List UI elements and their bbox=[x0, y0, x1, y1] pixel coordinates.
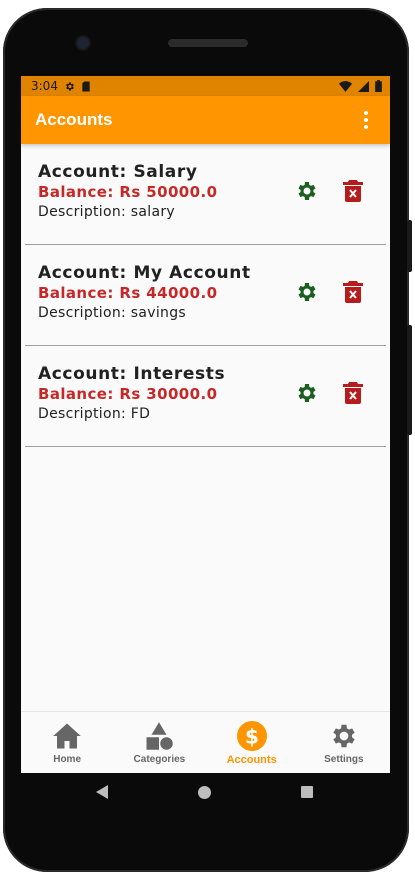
account-item[interactable]: Account: Interests Balance: Rs 30000.0 D… bbox=[25, 346, 386, 447]
svg-text:$: $ bbox=[245, 725, 259, 749]
app-bar: Accounts bbox=[21, 96, 390, 144]
account-name: Account: Salary bbox=[38, 162, 198, 182]
nav-label: Categories bbox=[133, 754, 186, 765]
earpiece-speaker bbox=[168, 39, 248, 47]
account-balance: Balance: Rs 44000.0 bbox=[38, 284, 218, 302]
categories-icon bbox=[143, 720, 175, 752]
signal-icon bbox=[358, 80, 369, 92]
account-description: Description: salary bbox=[38, 204, 175, 220]
account-description: Description: savings bbox=[38, 305, 187, 321]
back-icon[interactable] bbox=[96, 785, 108, 799]
account-name: Account: My Account bbox=[38, 263, 251, 283]
account-item[interactable]: Account: My Account Balance: Rs 44000.0 … bbox=[25, 245, 386, 346]
edit-gear-icon[interactable] bbox=[295, 179, 319, 203]
home-button-icon[interactable] bbox=[198, 786, 211, 799]
delete-icon[interactable] bbox=[342, 280, 364, 304]
account-description: Description: FD bbox=[38, 406, 151, 422]
dollar-icon: $ bbox=[236, 720, 268, 752]
recents-icon[interactable] bbox=[301, 786, 313, 798]
nav-label: Settings bbox=[324, 754, 364, 765]
bottom-navigation: Home Categories $ Accounts Settings bbox=[21, 711, 390, 773]
nav-label: Accounts bbox=[226, 754, 277, 766]
settings-notification-icon bbox=[66, 81, 74, 91]
accounts-list: Account: Salary Balance: Rs 50000.0 Desc… bbox=[21, 144, 390, 447]
delete-icon[interactable] bbox=[342, 381, 364, 405]
app-screen: 3:04 Accounts Account: Salary Balance: R… bbox=[21, 76, 390, 773]
gear-icon bbox=[328, 720, 360, 752]
front-camera bbox=[77, 37, 89, 49]
nav-item-settings[interactable]: Settings bbox=[298, 712, 390, 773]
sd-card-icon bbox=[82, 80, 90, 92]
status-time: 3:04 bbox=[31, 79, 58, 93]
account-name: Account: Interests bbox=[38, 364, 226, 384]
account-item[interactable]: Account: Salary Balance: Rs 50000.0 Desc… bbox=[25, 144, 386, 245]
wifi-icon bbox=[339, 80, 352, 92]
nav-item-accounts[interactable]: $ Accounts bbox=[206, 712, 298, 773]
power-button bbox=[407, 325, 412, 435]
home-icon bbox=[51, 720, 83, 752]
overflow-menu-icon[interactable] bbox=[356, 108, 376, 132]
nav-label: Home bbox=[53, 754, 82, 765]
edit-gear-icon[interactable] bbox=[295, 280, 319, 304]
nav-item-categories[interactable]: Categories bbox=[113, 712, 205, 773]
account-balance: Balance: Rs 50000.0 bbox=[38, 183, 218, 201]
status-bar: 3:04 bbox=[21, 76, 390, 96]
system-navigation-bar bbox=[21, 773, 390, 817]
edit-gear-icon[interactable] bbox=[295, 381, 319, 405]
page-title: Accounts bbox=[35, 110, 113, 129]
battery-icon bbox=[375, 80, 382, 92]
nav-item-home[interactable]: Home bbox=[21, 712, 113, 773]
delete-icon[interactable] bbox=[342, 179, 364, 203]
volume-button bbox=[407, 220, 412, 272]
account-balance: Balance: Rs 30000.0 bbox=[38, 385, 218, 403]
